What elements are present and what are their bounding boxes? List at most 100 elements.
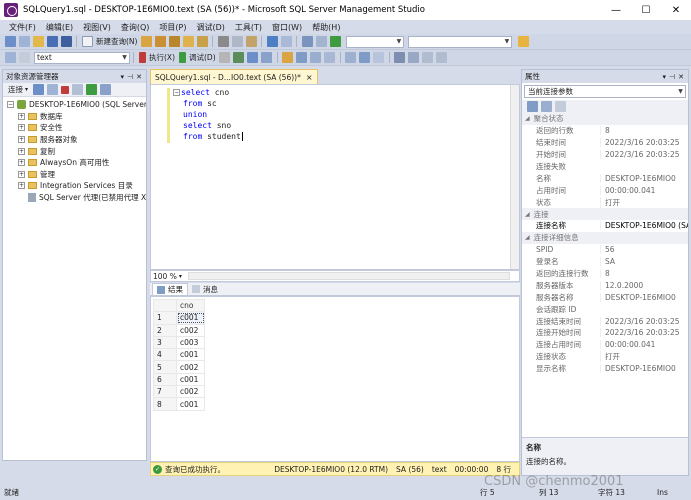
expand-icon[interactable]: +	[18, 170, 25, 178]
results-to-text-icon[interactable]	[345, 52, 357, 63]
property-row[interactable]: 登录名 SA	[522, 256, 688, 268]
menu-tools[interactable]: 工具(T)	[230, 22, 267, 33]
connect-explorer-icon[interactable]	[32, 84, 44, 95]
dax-query-icon[interactable]	[182, 36, 194, 47]
collapse-icon[interactable]: ◢	[525, 234, 530, 241]
code-block[interactable]: − select cno from sc union select sno fro…	[173, 87, 243, 142]
results-grid[interactable]: cno 1 c001 2 c002 3 c003 4 c001 5 c002 6 c001 …	[153, 298, 205, 411]
row-number[interactable]: 4	[153, 348, 177, 362]
collapse-icon[interactable]: ◢	[525, 211, 530, 218]
maximize-button[interactable]: ☐	[631, 0, 661, 20]
property-row[interactable]: 返回的行数 8	[522, 125, 688, 137]
tree-node-alwayson[interactable]: + AlwaysOn 高可用性	[3, 157, 146, 169]
row-number[interactable]: 7	[153, 385, 177, 399]
tab-results[interactable]: 结果	[152, 283, 188, 295]
table-cell[interactable]: c001	[176, 348, 205, 362]
copy-icon[interactable]	[231, 36, 243, 47]
solution-config-combo[interactable]: ▼	[346, 35, 405, 48]
debug-button[interactable]: 调试(D)	[189, 52, 216, 63]
paste-icon[interactable]	[245, 36, 257, 47]
navigate-forward-icon[interactable]	[315, 36, 327, 47]
connect-dropdown[interactable]: 连接	[8, 84, 23, 95]
property-category[interactable]: ◢ 连接	[522, 208, 688, 221]
new-query-icon[interactable]	[81, 36, 93, 47]
menu-query[interactable]: 查询(Q)	[116, 22, 155, 33]
close-icon[interactable]: ×	[306, 73, 313, 82]
intellisense-icon[interactable]	[282, 52, 294, 63]
refresh-icon[interactable]	[85, 84, 97, 95]
properties-object-selector[interactable]: 当前连接参数 ▼	[524, 85, 686, 98]
find-combo[interactable]: ▼	[408, 35, 513, 48]
menu-file[interactable]: 文件(F)	[4, 22, 41, 33]
property-row[interactable]: 连接状态 打开	[522, 351, 688, 363]
tree-node-databases[interactable]: + 数据库	[3, 111, 146, 123]
stop-icon[interactable]	[60, 85, 69, 94]
property-row[interactable]: 名称 DESKTOP-1E6MIO0	[522, 172, 688, 184]
property-row[interactable]: 连接占用时间 00:00:00.041	[522, 339, 688, 351]
database-combo[interactable]: text ▼	[34, 51, 130, 64]
new-query-button[interactable]: 新建查询(N)	[96, 36, 137, 47]
menu-window[interactable]: 窗口(W)	[267, 22, 307, 33]
categorized-icon[interactable]	[526, 101, 538, 112]
table-cell[interactable]: c002	[176, 360, 205, 374]
pin-icon[interactable]: ⊣	[669, 73, 675, 81]
property-row[interactable]: 连接开始时间 2022/3/16 20:03:25	[522, 327, 688, 339]
panel-menu-icon[interactable]: ▾	[121, 73, 125, 81]
zoom-level[interactable]: 100 %	[153, 272, 177, 281]
filter-icon[interactable]	[71, 84, 83, 95]
alphabetical-icon[interactable]	[540, 101, 552, 112]
query-designer-icon[interactable]	[261, 52, 273, 63]
menu-project[interactable]: 项目(P)	[154, 22, 191, 33]
property-row-selected[interactable]: 连接名称 DESKTOP-1E6MIO0 (SA	[522, 220, 688, 232]
row-header-corner[interactable]	[153, 298, 177, 313]
property-row[interactable]: 服务器版本 12.0.2000	[522, 279, 688, 291]
tree-node-integration-services[interactable]: + Integration Services 目录	[3, 180, 146, 192]
chevron-down-icon[interactable]: ▾	[25, 86, 28, 93]
save-all-icon[interactable]	[60, 36, 72, 47]
expand-icon[interactable]: +	[18, 182, 25, 190]
live-stats-icon[interactable]	[310, 52, 322, 63]
row-number[interactable]: 1	[153, 311, 177, 325]
activity-monitor-icon[interactable]	[99, 84, 111, 95]
table-cell[interactable]: c002	[176, 385, 205, 399]
xmla-query-icon[interactable]	[168, 36, 180, 47]
include-plan-icon[interactable]	[296, 52, 308, 63]
property-category[interactable]: ◢ 聚合状态	[522, 113, 688, 125]
expand-icon[interactable]: +	[18, 112, 25, 120]
property-row[interactable]: 连接结束时间 2022/3/16 20:03:25	[522, 315, 688, 327]
table-cell[interactable]: c003	[176, 335, 205, 350]
close-button[interactable]: ✕	[661, 0, 691, 20]
results-to-grid-icon[interactable]	[359, 52, 371, 63]
menu-edit[interactable]: 编辑(E)	[41, 22, 78, 33]
tree-node-management[interactable]: + 管理	[3, 169, 146, 181]
connect-icon[interactable]	[4, 52, 16, 63]
row-number[interactable]: 2	[153, 323, 177, 337]
tree-node-sql-agent[interactable]: SQL Server 代理(已禁用代理 X	[3, 192, 146, 204]
add-item-icon[interactable]	[18, 36, 30, 47]
execute-button[interactable]: 执行(X)	[149, 52, 175, 63]
start-icon[interactable]	[329, 36, 341, 47]
tree-node-replication[interactable]: + 复制	[3, 145, 146, 157]
property-row[interactable]: 结束时间 2022/3/16 20:03:25	[522, 137, 688, 149]
comment-icon[interactable]	[394, 52, 406, 63]
new-project-icon[interactable]	[4, 36, 16, 47]
change-connection-icon[interactable]	[18, 52, 30, 63]
row-number[interactable]: 5	[153, 360, 177, 374]
table-cell[interactable]: c001	[176, 311, 205, 325]
open-file-icon[interactable]	[32, 36, 44, 47]
row-number[interactable]: 3	[153, 335, 177, 350]
close-icon[interactable]: ✕	[678, 73, 684, 81]
table-cell[interactable]: c002	[176, 323, 205, 337]
editor-horizontal-scrollbar[interactable]	[187, 272, 510, 280]
property-row[interactable]: 连接失败	[522, 161, 688, 173]
tab-messages[interactable]: 消息	[188, 283, 222, 295]
pin-icon[interactable]: ⊣	[127, 73, 133, 81]
row-number[interactable]: 8	[153, 397, 177, 411]
save-icon[interactable]	[46, 36, 58, 47]
menu-debug[interactable]: 调试(D)	[191, 22, 229, 33]
uncomment-icon[interactable]	[408, 52, 420, 63]
analysis-query-icon[interactable]	[196, 36, 208, 47]
menu-help[interactable]: 帮助(H)	[307, 22, 345, 33]
client-stats-icon[interactable]	[324, 52, 336, 63]
property-row[interactable]: 显示名称 DESKTOP-1E6MIO0	[522, 363, 688, 375]
